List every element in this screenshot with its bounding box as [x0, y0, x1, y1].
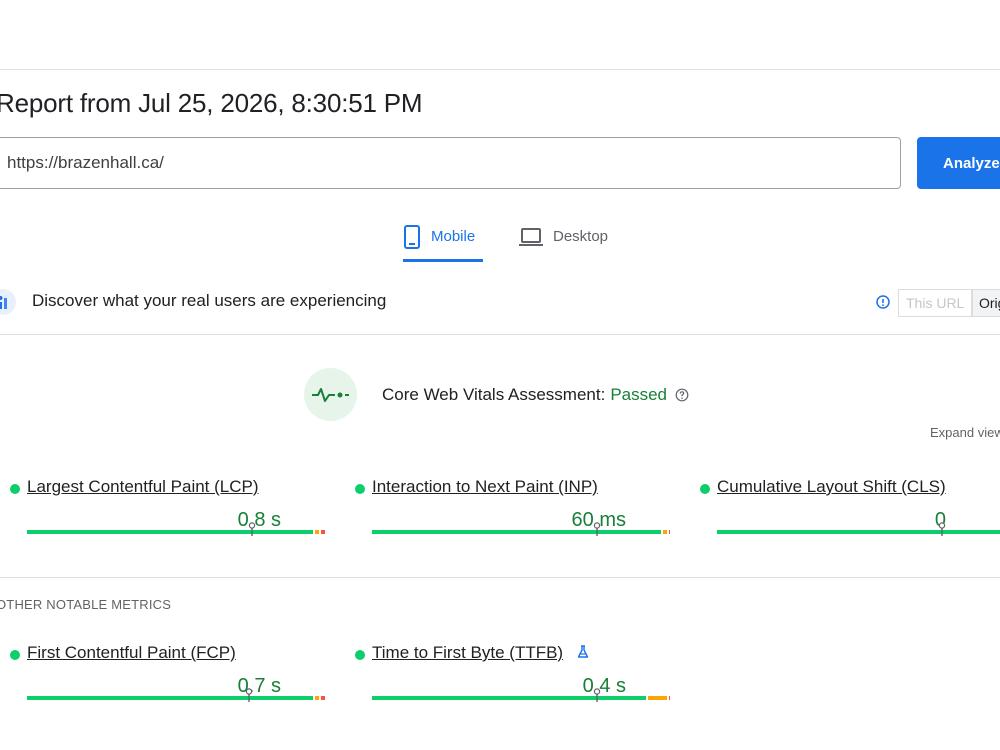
other-metrics-heading: OTHER NOTABLE METRICS [0, 597, 172, 612]
cwv-label: Core Web Vitals Assessment: [382, 385, 606, 404]
cwv-status: Passed [610, 385, 668, 404]
good-status-dot [355, 650, 365, 660]
crux-title: Discover what your real users are experi… [32, 291, 387, 310]
distribution-segment-good [717, 530, 1000, 534]
tab-mobile-label: Mobile [431, 228, 476, 245]
tab-desktop-label: Desktop [553, 228, 609, 245]
metric-fcp: First Contentful Paint (FCP) 0.7 s [10, 643, 330, 723]
laptop-icon [519, 227, 543, 246]
smartphone-icon [404, 224, 420, 249]
tab-desktop[interactable]: Desktop [519, 218, 608, 262]
distribution-segment-good [372, 696, 646, 700]
analyze-button[interactable]: Analyze [917, 137, 1000, 189]
info-icon[interactable] [876, 295, 890, 309]
good-status-dot [10, 650, 20, 660]
distribution-bar [372, 688, 672, 702]
distribution-segment-poor [321, 696, 325, 700]
this-url-toggle[interactable]: This URL [898, 289, 972, 317]
metric-lcp: Largest Contentful Paint (LCP) 0.8 s [10, 477, 330, 557]
percentile-marker-icon [593, 688, 601, 702]
origin-toggle[interactable]: Origin [972, 289, 1000, 317]
percentile-marker-icon [938, 522, 946, 536]
distribution-segment-poor [321, 530, 325, 534]
metric-ttfb: Time to First Byte (TTFB) 0.4 s [355, 643, 675, 723]
distribution-segment-ni [315, 696, 319, 700]
tab-mobile[interactable]: Mobile [403, 218, 483, 262]
expand-view-link[interactable]: Expand view [930, 425, 1000, 440]
metric-label[interactable]: Interaction to Next Paint (INP) [372, 477, 598, 497]
distribution-segment-ni [648, 696, 667, 700]
crux-users-icon [0, 289, 16, 315]
url-input[interactable] [0, 137, 901, 189]
metric-label[interactable]: Largest Contentful Paint (LCP) [27, 477, 259, 497]
crux-header: Discover what your real users are experi… [0, 283, 1000, 323]
header-divider [0, 69, 1000, 70]
vitals-pulse-icon [304, 368, 357, 421]
metric-value: 0.8 s [237, 509, 281, 531]
distribution-segment-ni [315, 530, 319, 534]
metric-cls: Cumulative Layout Shift (CLS) 0 [700, 477, 1000, 557]
distribution-segment-ni [663, 530, 667, 534]
good-status-dot [700, 484, 710, 494]
distribution-bar [372, 522, 672, 536]
distribution-bar [27, 688, 327, 702]
metric-label[interactable]: First Contentful Paint (FCP) [27, 643, 236, 663]
distribution-bar [717, 522, 1000, 536]
distribution-segment-good [372, 530, 661, 534]
device-tabs: Mobile Desktop [0, 218, 1000, 262]
percentile-marker-icon [248, 522, 256, 536]
metric-value: 0.4 s [582, 675, 626, 697]
percentile-marker-icon [245, 688, 253, 702]
metric-inp: Interaction to Next Paint (INP) 60 ms [355, 477, 675, 557]
distribution-segment-poor [669, 696, 670, 700]
help-icon[interactable] [675, 388, 689, 402]
section-divider [0, 334, 1000, 335]
metric-label[interactable]: Cumulative Layout Shift (CLS) [717, 477, 946, 497]
cwv-assessment: Core Web Vitals Assessment: Passed [382, 385, 689, 405]
distribution-bar [27, 522, 327, 536]
distribution-segment-poor [669, 530, 670, 534]
percentile-marker-icon [593, 522, 601, 536]
section-divider [0, 577, 1000, 578]
distribution-segment-good [27, 530, 313, 534]
experimental-flask-icon[interactable] [577, 645, 589, 659]
metric-label[interactable]: Time to First Byte (TTFB) [372, 643, 563, 663]
distribution-segment-good [27, 696, 313, 700]
report-title: Report from Jul 25, 2026, 8:30:51 PM [0, 88, 423, 118]
good-status-dot [355, 484, 365, 494]
good-status-dot [10, 484, 20, 494]
